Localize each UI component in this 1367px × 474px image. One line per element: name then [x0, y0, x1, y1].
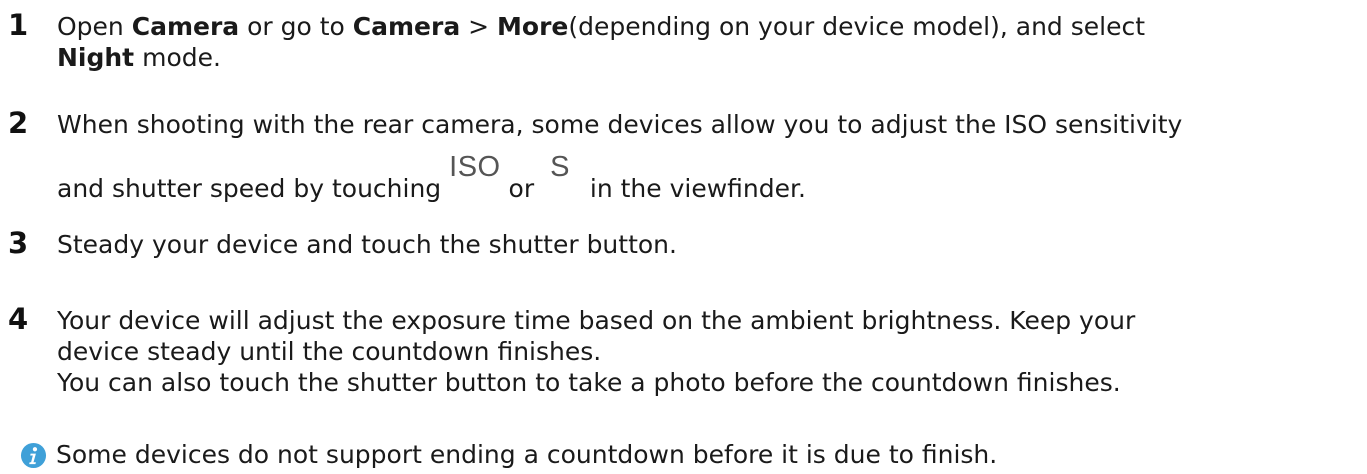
step-text: Steady your device and touch the shutter… — [57, 229, 1357, 260]
text-run: in the viewfinder. — [581, 174, 806, 203]
step-line: Night mode. — [57, 42, 1357, 73]
text-run: or — [500, 174, 543, 203]
note-text: Some devices do not support ending a cou… — [56, 440, 998, 469]
step-3: 3 Steady your device and touch the shutt… — [0, 224, 1367, 264]
text-run: (depending on your device model), and se… — [568, 12, 1146, 41]
text-run: or go to — [239, 12, 353, 41]
step-text: When shooting with the rear camera, some… — [57, 109, 1357, 204]
step-text: Open Camera or go to Camera > More(depen… — [57, 11, 1357, 73]
step-line: Steady your device and touch the shutter… — [57, 230, 677, 259]
text-run: mode. — [134, 43, 221, 72]
step-line: When shooting with the rear camera, some… — [57, 110, 1183, 139]
step-text: Your device will adjust the exposure tim… — [57, 305, 1357, 398]
step-number: 3 — [8, 226, 29, 260]
info-icon — [20, 442, 47, 469]
step-line: Your device will adjust the exposure tim… — [57, 306, 1136, 335]
step-line: Open Camera or go to Camera > More(depen… — [57, 11, 1357, 42]
step-number: 4 — [8, 302, 29, 336]
bold-term: Camera — [352, 12, 461, 41]
step-2: 2 When shooting with the rear camera, so… — [0, 104, 1367, 203]
step-line: and shutter speed by touching ISO or S i… — [57, 152, 1357, 204]
bold-term: More — [497, 12, 569, 41]
text-run: and shutter speed by touching — [57, 174, 450, 203]
step-4: 4 Your device will adjust the exposure t… — [0, 300, 1367, 410]
step-line: You can also touch the shutter button to… — [57, 368, 1121, 397]
step-line: device steady until the countdown finish… — [57, 337, 602, 366]
step-number: 1 — [8, 8, 29, 42]
step-number: 2 — [8, 106, 29, 140]
step-1: 1 Open Camera or go to Camera > More(dep… — [0, 6, 1367, 76]
shutter-speed-icon[interactable]: S — [550, 151, 570, 183]
iso-icon[interactable]: ISO — [449, 151, 500, 183]
text-run: > — [460, 12, 498, 41]
text-run: Open — [57, 12, 132, 41]
bold-term: Camera — [131, 12, 240, 41]
bold-term: Night — [57, 43, 135, 72]
